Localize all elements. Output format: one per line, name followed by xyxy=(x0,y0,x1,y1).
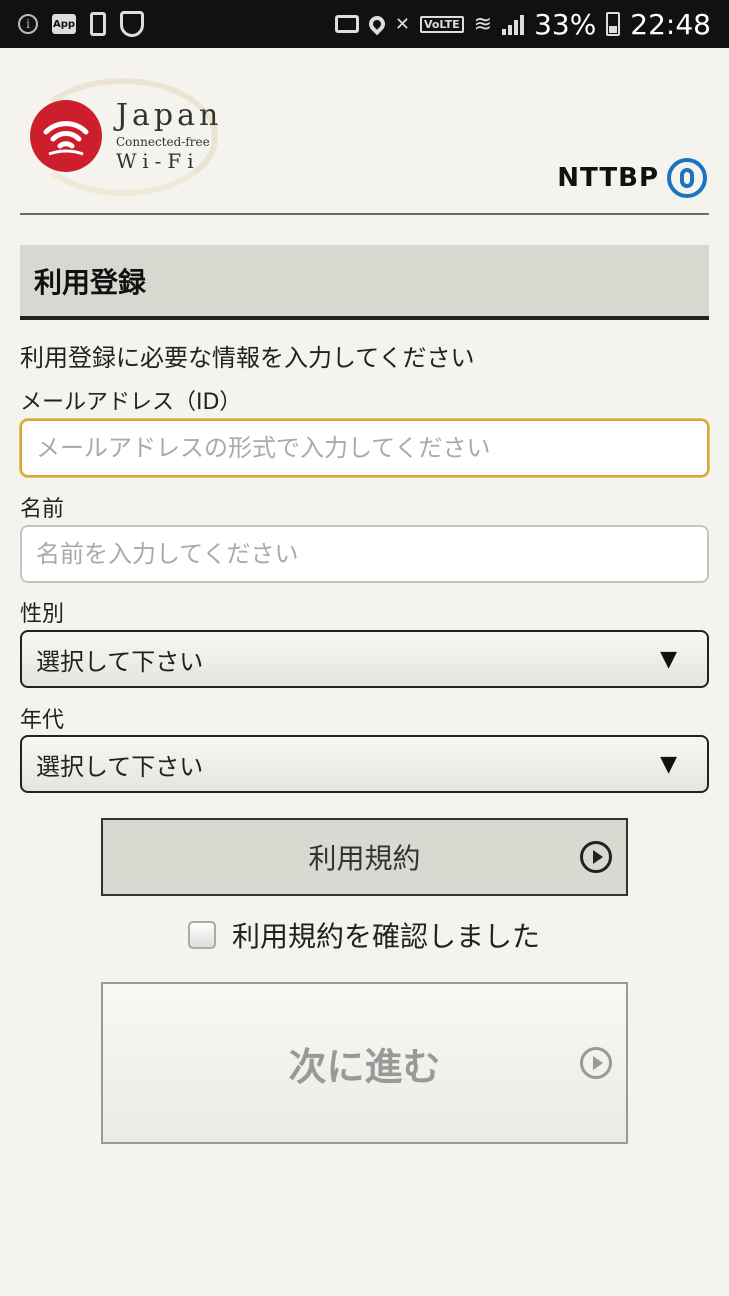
name-field[interactable] xyxy=(20,525,709,583)
email-label: メールアドレス（ID） xyxy=(20,390,242,415)
cast-icon xyxy=(334,15,359,33)
nttbp-logo: NTTBP xyxy=(557,158,707,198)
intro-text: 利用登録に必要な情報を入力してください xyxy=(20,344,475,372)
arrow-circle-icon xyxy=(580,1047,612,1079)
shield-icon xyxy=(120,11,144,37)
battery-percent: 33% xyxy=(534,7,597,41)
volte-icon: VoLTE xyxy=(419,15,464,33)
agree-terms-label[interactable]: 利用規約を確認しました xyxy=(232,915,540,955)
status-bar-left: i App xyxy=(18,11,144,37)
battery-icon xyxy=(606,12,621,36)
phone-icon xyxy=(90,12,106,36)
nttbp-mark-icon xyxy=(667,158,707,198)
next-button[interactable]: 次に進む xyxy=(101,982,628,1144)
gender-selected-value: 選択して下さい xyxy=(36,647,204,676)
logo-wifi-text: Wi-Fi xyxy=(116,149,200,173)
japan-wifi-logo: Japan Connected-free Wi-Fi xyxy=(20,78,220,198)
clock: 22:48 xyxy=(630,7,711,41)
agree-terms-checkbox[interactable] xyxy=(188,921,216,949)
agree-terms-row[interactable]: 利用規約を確認しました xyxy=(188,915,540,955)
dropdown-arrow-icon: ▼ xyxy=(660,646,677,672)
gender-label: 性別 xyxy=(20,602,65,627)
age-select[interactable]: 選択して下さい ▼ xyxy=(20,735,709,793)
site-header: Japan Connected-free Wi-Fi NTTBP xyxy=(20,70,709,215)
wifi-icon: ≋ xyxy=(473,11,493,37)
age-label: 年代 xyxy=(20,708,65,733)
section-header: 利用登録 xyxy=(20,245,709,320)
status-bar-right: ✕ VoLTE ≋ 33% 22:48 xyxy=(334,7,711,41)
location-icon xyxy=(365,12,389,36)
gender-select[interactable]: 選択して下さい ▼ xyxy=(20,630,709,688)
email-field[interactable] xyxy=(20,419,709,477)
app-notification-icon: App xyxy=(52,14,76,34)
dropdown-arrow-icon: ▼ xyxy=(660,751,677,777)
terms-button-label: 利用規約 xyxy=(308,842,421,875)
wifi-logo-icon xyxy=(30,100,102,172)
age-selected-value: 選択して下さい xyxy=(36,752,204,781)
logo-text: Japan Connected-free Wi-Fi xyxy=(116,98,223,173)
signal-icon xyxy=(502,13,525,35)
info-icon: i xyxy=(18,14,38,34)
status-bar: i App ✕ VoLTE ≋ 33% 22:48 xyxy=(0,0,729,48)
logo-title: Japan xyxy=(116,98,223,133)
name-label: 名前 xyxy=(20,497,65,522)
logo-subtitle: Connected-free xyxy=(116,135,210,149)
vibrate-icon: ✕ xyxy=(394,13,410,35)
next-button-label: 次に進む xyxy=(288,1044,441,1089)
brand-name: NTTBP xyxy=(557,163,659,193)
arrow-circle-icon xyxy=(580,841,612,873)
page-title: 利用登録 xyxy=(34,265,147,299)
terms-button[interactable]: 利用規約 xyxy=(101,818,628,896)
